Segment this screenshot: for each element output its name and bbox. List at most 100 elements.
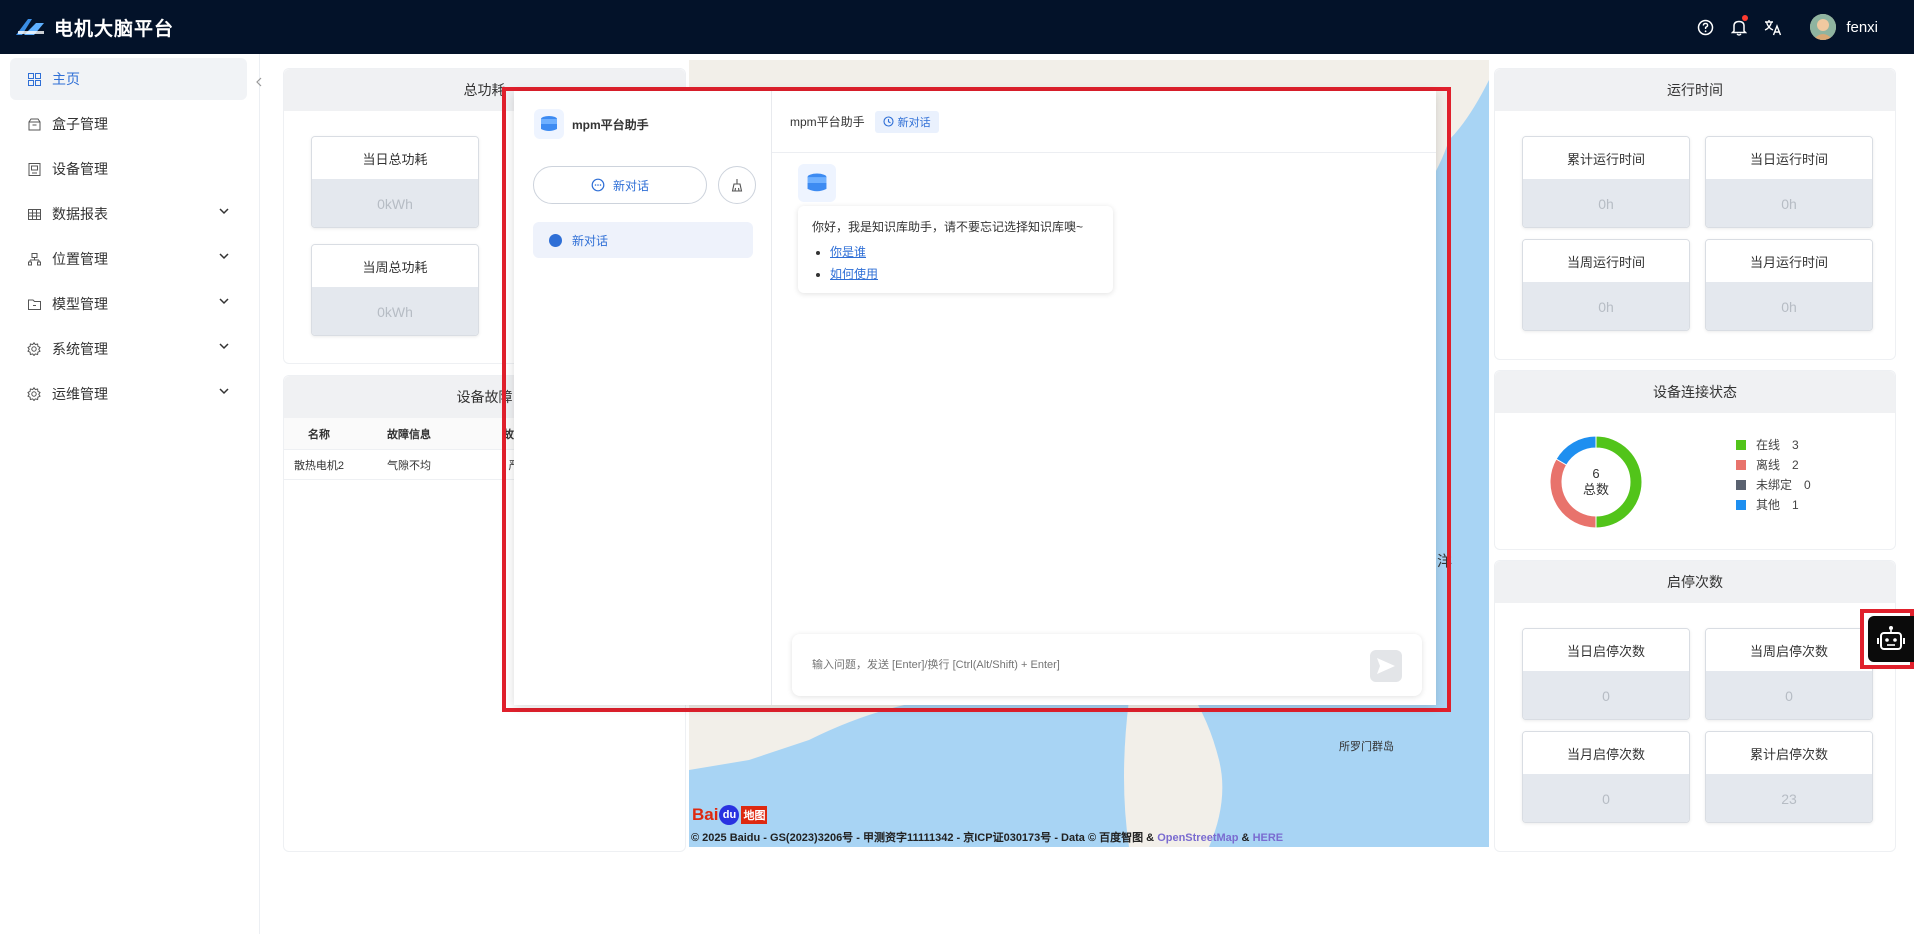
sidebar-item-reports[interactable]: 数据报表 (10, 193, 247, 235)
stat-daily-startstop: 当日启停次数 0 (1522, 628, 1690, 720)
baidu-logo: Bai du 地图 (692, 805, 768, 825)
legend-label: 其他 (1756, 498, 1781, 512)
baidu-map-text: 地图 (741, 806, 768, 824)
map-copyright-text: © 2025 Baidu - GS(2023)3206号 - 甲测资字11111… (691, 832, 1155, 844)
chevron-down-icon (219, 343, 229, 350)
col-name: 名称 (308, 428, 330, 441)
stat-label: 当日运行时间 (1706, 137, 1872, 179)
assistant-avatar-icon (534, 109, 564, 139)
sidebar-item-label: 设备管理 (52, 161, 108, 177)
baidu-logo-text: Bai (692, 805, 719, 824)
folder-icon (26, 296, 42, 312)
legend-swatch (1736, 439, 1746, 450)
legend-offline: 离线 2 (1736, 456, 1799, 473)
col-fault: 故障信息 (387, 428, 431, 441)
chat-header-tag[interactable]: 新对话 (874, 110, 939, 133)
sidebar-item-device[interactable]: 设备管理 (10, 148, 247, 190)
runtime-panel-title: 运行时间 (1495, 69, 1895, 111)
conversation-icon (549, 233, 562, 247)
new-chat-label: 新对话 (612, 178, 649, 193)
sidebar-item-box[interactable]: 盒子管理 (10, 103, 247, 145)
send-button[interactable] (1370, 650, 1402, 682)
suggestion-who-are-you[interactable]: 你是谁 (830, 245, 866, 259)
connection-donut-chart: 6 总数 (1549, 435, 1643, 529)
sidebar-collapse-button[interactable] (254, 76, 268, 94)
sidebar-item-model[interactable]: 模型管理 (10, 283, 247, 325)
chat-sidebar-title: mpm平台助手 (534, 109, 649, 139)
robot-icon (1877, 626, 1905, 650)
chat-bubble-icon (591, 178, 605, 192)
stat-label: 当周总功耗 (312, 245, 478, 287)
bell-icon[interactable] (1722, 0, 1756, 54)
location-icon (26, 251, 42, 267)
chevron-down-icon (219, 253, 229, 260)
osm-link[interactable]: OpenStreetMap (1157, 832, 1238, 844)
app-logo[interactable]: 电机大脑平台 (14, 14, 174, 41)
notification-dot (1742, 15, 1749, 21)
chat-header: mpm平台助手 新对话 (772, 91, 1436, 153)
top-header: 电机大脑平台 fenxi (0, 0, 1914, 54)
box-icon (26, 116, 42, 132)
stat-total-startstop: 累计启停次数 23 (1705, 731, 1873, 823)
clock-icon (883, 116, 894, 127)
sidebar-item-label: 数据报表 (52, 206, 108, 222)
conversation-item[interactable]: 新对话 (533, 222, 753, 258)
stat-value: 0h (1706, 179, 1872, 227)
stat-value: 0kWh (312, 179, 478, 227)
chat-sidebar: mpm平台助手 新对话 新对话 (514, 91, 772, 705)
assistant-launcher-button[interactable] (1868, 616, 1914, 662)
legend-count: 0 (1804, 477, 1811, 492)
logo-icon (16, 19, 44, 35)
grid-icon (26, 71, 42, 87)
table-icon (26, 206, 42, 222)
chat-header-tag-text: 新对话 (897, 116, 931, 129)
stat-total-runtime: 累计运行时间 0h (1522, 136, 1690, 228)
new-chat-button[interactable]: 新对话 (533, 166, 707, 204)
sidebar-item-system[interactable]: 系统管理 (10, 328, 247, 370)
chat-main: mpm平台助手 新对话 你好，我是知识库助手，请不要忘记选择知识库噢~ 你是谁 … (772, 91, 1436, 705)
chat-dialog: mpm平台助手 新对话 新对话 mpm平台助手 新对话 你好，我是知识库助手，请… (514, 91, 1436, 705)
avatar[interactable] (1810, 14, 1837, 40)
legend-online: 在线 3 (1736, 436, 1799, 453)
stat-daily-runtime: 当日运行时间 0h (1705, 136, 1873, 228)
legend-label: 离线 (1756, 458, 1781, 472)
sidebar-item-label: 盒子管理 (52, 116, 108, 132)
assistant-greeting: 你好，我是知识库助手，请不要忘记选择知识库噢~ (812, 220, 1084, 234)
translate-icon[interactable] (1756, 0, 1790, 54)
donut-slice[interactable] (1555, 435, 1597, 466)
gear-icon (26, 341, 42, 357)
stat-label: 当日总功耗 (312, 137, 478, 179)
here-link[interactable]: HERE (1253, 832, 1284, 844)
stat-label: 当日启停次数 (1523, 629, 1689, 671)
cell-name: 散热电机2 (293, 459, 345, 472)
sidebar-item-home[interactable]: 主页 (10, 58, 247, 100)
stat-monthly-runtime: 当月运行时间 0h (1705, 239, 1873, 331)
broom-icon (731, 179, 743, 192)
chevron-down-icon (219, 388, 229, 395)
startstop-panel: 启停次数 当日启停次数 0 当周启停次数 0 当月启停次数 0 累计启停次数 2… (1494, 560, 1896, 852)
legend-unbound: 未绑定 0 (1736, 476, 1811, 493)
map-copyright-amp: & (1241, 832, 1250, 844)
runtime-panel: 运行时间 累计运行时间 0h 当日运行时间 0h 当周运行时间 0h 当月运行时… (1494, 68, 1896, 360)
legend-label: 未绑定 (1756, 478, 1793, 492)
donut-total-value: 6 (1592, 466, 1599, 481)
stat-label: 当月启停次数 (1523, 732, 1689, 774)
map-copyright: © 2025 Baidu - GS(2023)3206号 - 甲测资字11111… (691, 829, 1283, 845)
stat-value: 0 (1523, 774, 1689, 822)
app-title: 电机大脑平台 (54, 18, 175, 40)
sidebar-item-location[interactable]: 位置管理 (10, 238, 247, 280)
legend-swatch (1736, 459, 1746, 470)
username[interactable]: fenxi (1846, 19, 1878, 36)
stat-value: 0h (1706, 282, 1872, 330)
help-icon[interactable] (1688, 0, 1722, 54)
sidebar: 主页 盒子管理 设备管理 数据报表 位置管理 模型管理 系统管理 运维管理 (0, 54, 260, 934)
stat-value: 0kWh (312, 287, 478, 335)
suggestion-how-to-use[interactable]: 如何使用 (830, 267, 878, 281)
clear-history-button[interactable] (718, 166, 756, 204)
chat-input[interactable] (812, 659, 1352, 671)
legend-count: 3 (1792, 437, 1799, 452)
stat-weekly-power: 当周总功耗 0kWh (311, 244, 479, 336)
stat-value: 0 (1706, 671, 1872, 719)
sidebar-item-ops[interactable]: 运维管理 (10, 373, 247, 415)
send-icon (1377, 658, 1395, 674)
